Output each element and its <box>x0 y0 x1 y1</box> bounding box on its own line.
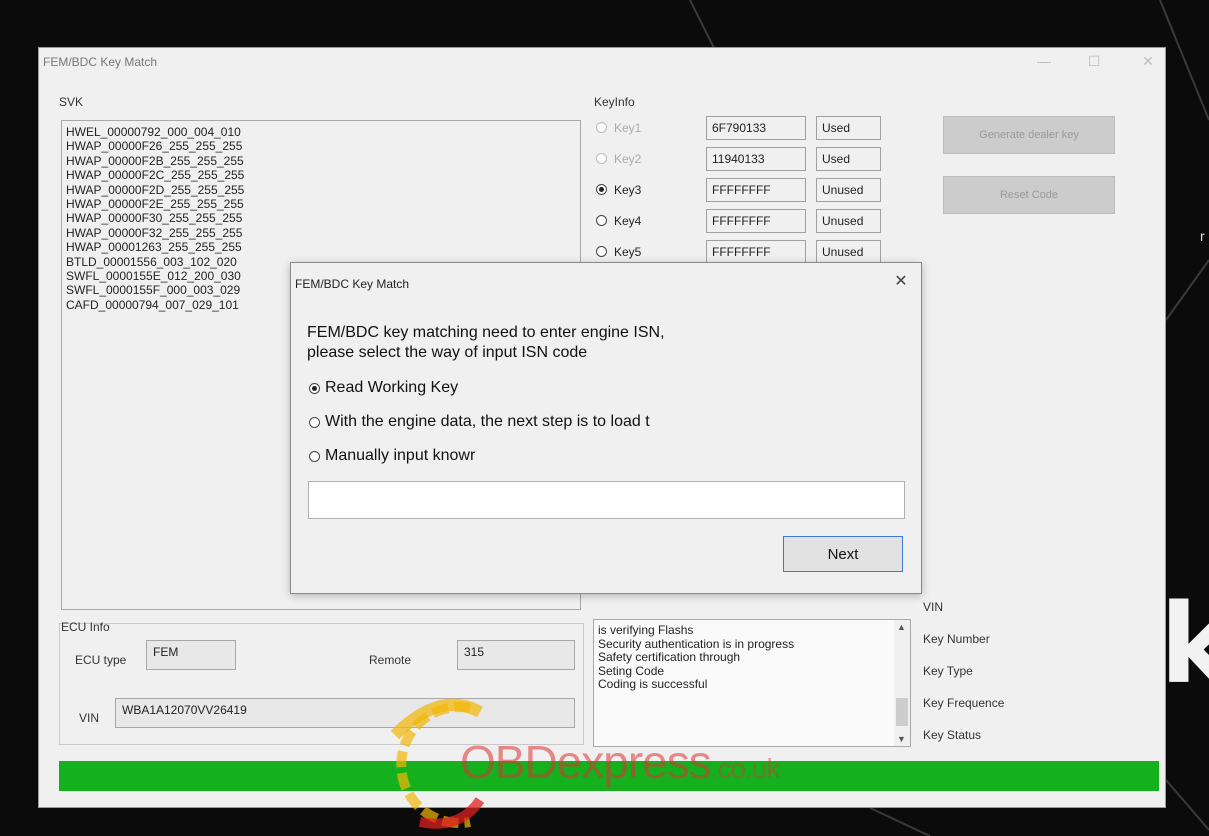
next-button[interactable]: Next <box>783 536 903 572</box>
watermark-brand: OBDexpress <box>460 736 712 788</box>
svk-item[interactable]: HWAP_00000F2B_255_255_255 <box>66 154 244 168</box>
key2-value: 11940133 <box>706 147 806 171</box>
key1-label: Key1 <box>614 121 642 135</box>
key3-status: Unused <box>816 178 881 202</box>
log-line: Coding is successful <box>598 677 708 692</box>
option-label: With the engine data, the next step is t… <box>325 413 650 430</box>
key2-status: Used <box>816 147 881 171</box>
vin-label: VIN <box>79 711 100 725</box>
svk-item[interactable]: HWAP_00000F2E_255_255_255 <box>66 197 244 211</box>
svk-item[interactable]: HWAP_00000F2C_255_255_255 <box>66 168 244 182</box>
svk-item[interactable]: SWFL_0000155E_012_200_030 <box>66 269 244 283</box>
scroll-up-icon[interactable]: ▲ <box>897 622 906 632</box>
vin-field: WBA1A12070VV26419 <box>115 698 575 728</box>
key-row-3: Key3 FFFFFFFF Unused <box>596 178 896 204</box>
status-log[interactable]: is verifying Flashs Security authenticat… <box>593 619 911 747</box>
maximize-button[interactable]: ☐ <box>1079 51 1109 71</box>
key-row-4: Key4 FFFFFFFF Unused <box>596 209 896 235</box>
ecu-info-label: ECU Info <box>61 620 110 634</box>
isn-input[interactable] <box>308 481 905 519</box>
svk-item[interactable]: HWAP_00000F32_255_255_255 <box>66 226 244 240</box>
key5-status: Unused <box>816 240 881 264</box>
svk-list: HWEL_00000792_000_004_010 HWAP_00000F26_… <box>66 125 244 312</box>
log-list: is verifying Flashs Security authenticat… <box>598 623 795 692</box>
key3-value: FFFFFFFF <box>706 178 806 202</box>
window-title: FEM/BDC Key Match <box>43 55 158 69</box>
minimize-button[interactable]: — <box>1029 51 1059 71</box>
svk-item[interactable]: CAFD_00000794_007_029_101 <box>66 298 244 312</box>
dialog-message-line: FEM/BDC key matching need to enter engin… <box>307 324 665 341</box>
titlebar: FEM/BDC Key Match — ☐ ✕ <box>39 48 1165 76</box>
key4-label: Key4 <box>614 214 642 228</box>
key3-label: Key3 <box>614 183 642 197</box>
key-row-1: Key1 6F790133 Used <box>596 116 896 142</box>
svk-item[interactable]: HWAP_00000F26_255_255_255 <box>66 139 244 153</box>
keyinfo-label: KeyInfo <box>594 95 635 109</box>
svk-item[interactable]: HWAP_00001263_255_255_255 <box>66 240 244 254</box>
option-radio[interactable] <box>309 417 320 428</box>
key-status-label: Key Status <box>923 728 982 742</box>
scroll-thumb[interactable] <box>896 698 908 726</box>
key1-value: 6F790133 <box>706 116 806 140</box>
key1-status: Used <box>816 116 881 140</box>
svk-item[interactable]: BTLD_00001556_003_102_020 <box>66 255 244 269</box>
key5-label: Key5 <box>614 245 642 259</box>
reset-code-button[interactable]: Reset Code <box>943 176 1115 214</box>
ecu-type-label: ECU type <box>75 653 127 667</box>
close-button[interactable]: ✕ <box>1133 51 1163 71</box>
svk-label: SVK <box>59 95 84 109</box>
scroll-down-icon[interactable]: ▼ <box>897 734 906 744</box>
svk-item[interactable]: HWEL_00000792_000_004_010 <box>66 125 244 139</box>
key-frequence-label: Key Frequence <box>923 696 1005 710</box>
key5-value: FFFFFFFF <box>706 240 806 264</box>
log-line: Safety certification through <box>598 650 741 665</box>
generate-dealer-key-button[interactable]: Generate dealer key <box>943 116 1115 154</box>
option-label: Manually input knowr <box>325 447 476 464</box>
option-radio[interactable] <box>309 383 320 394</box>
watermark-domain: .co.uk <box>710 753 781 784</box>
key3-radio[interactable] <box>596 184 607 195</box>
key-row-2: Key2 11940133 Used <box>596 147 896 173</box>
option-radio[interactable] <box>309 451 320 462</box>
log-line: is verifying Flashs <box>598 623 694 637</box>
key4-status: Unused <box>816 209 881 233</box>
watermark-text: OBDexpress.co.uk <box>460 735 781 789</box>
background-letters: k <box>1160 580 1209 708</box>
key5-radio[interactable] <box>596 246 607 257</box>
log-line: Security authentication is in progress <box>598 636 795 651</box>
key-type-label: Key Type <box>923 664 973 678</box>
log-line: Seting Code <box>598 663 665 678</box>
svk-item[interactable]: SWFL_0000155F_000_003_029 <box>66 283 244 297</box>
key-number-label: Key Number <box>923 632 990 646</box>
svk-item[interactable]: HWAP_00000F30_255_255_255 <box>66 211 244 225</box>
background-char: r <box>1200 228 1205 244</box>
vin-info-label: VIN <box>923 600 944 614</box>
remote-label: Remote <box>369 653 412 667</box>
dialog-close-button[interactable]: ✕ <box>891 271 911 291</box>
dialog-title: FEM/BDC Key Match <box>295 277 410 291</box>
key2-label: Key2 <box>614 152 642 166</box>
key1-radio[interactable] <box>596 122 607 133</box>
log-scrollbar[interactable]: ▲ ▼ <box>894 620 910 746</box>
key2-radio[interactable] <box>596 153 607 164</box>
dialog-message-line: please select the way of input ISN code <box>307 344 588 361</box>
key4-radio[interactable] <box>596 215 607 226</box>
remote-field: 315 <box>457 640 575 670</box>
key4-value: FFFFFFFF <box>706 209 806 233</box>
isn-dialog: FEM/BDC Key Match ✕ FEM/BDC key matching… <box>290 262 922 594</box>
ecu-type-field: FEM <box>146 640 236 670</box>
option-label: Read Working Key <box>325 379 459 396</box>
svk-item[interactable]: HWAP_00000F2D_255_255_255 <box>66 183 244 197</box>
dialog-message: FEM/BDC key matching need to enter engin… <box>307 323 665 363</box>
